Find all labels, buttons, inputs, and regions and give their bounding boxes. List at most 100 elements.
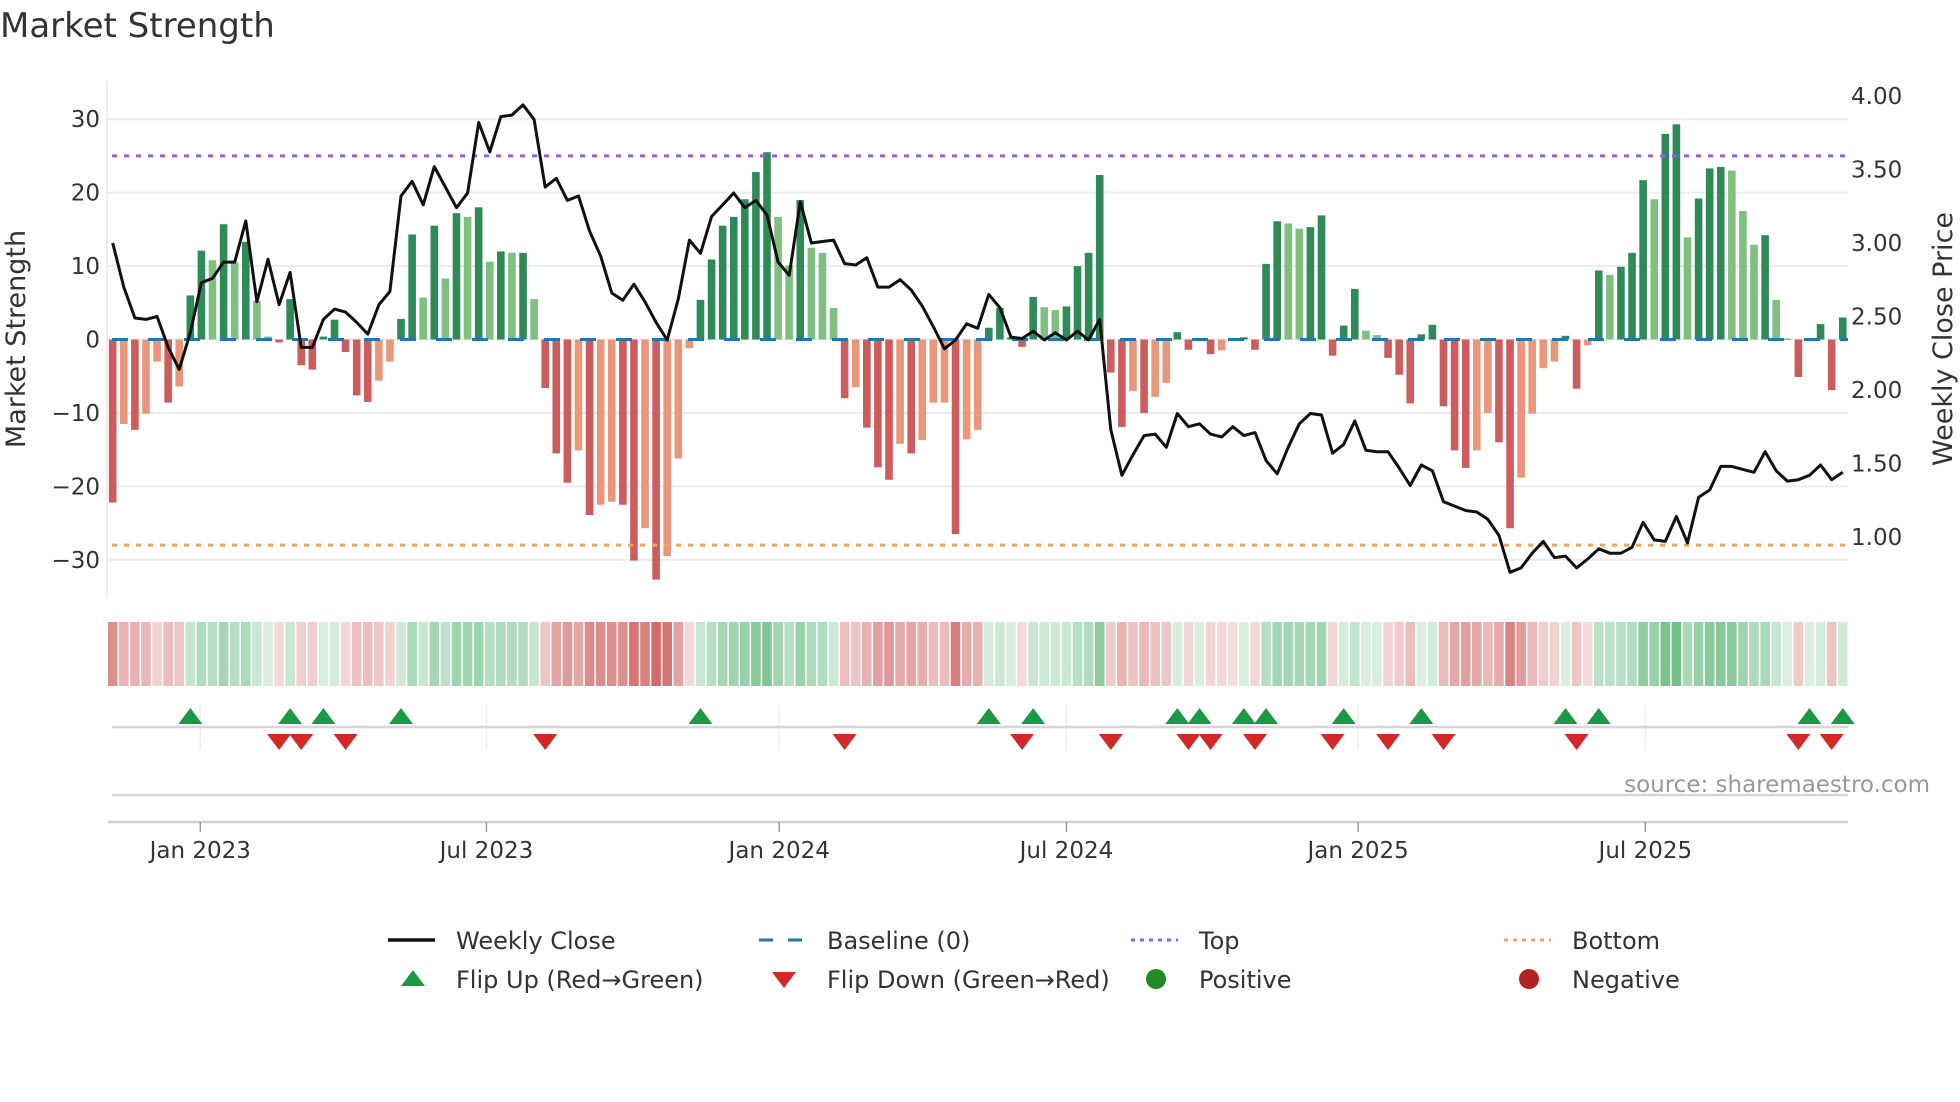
strength-bar — [508, 252, 516, 340]
strength-strip-cell — [1338, 622, 1349, 686]
strength-bar — [1816, 324, 1825, 340]
strength-bar — [1650, 199, 1659, 340]
strength-bar — [330, 319, 339, 340]
strength-bar — [408, 234, 416, 340]
strength-strip-cell — [1028, 622, 1038, 686]
strength-strip-cell — [307, 622, 318, 686]
strength-bar — [341, 339, 350, 352]
strength-bar — [397, 318, 405, 340]
strength-bar — [829, 307, 838, 340]
strength-bar — [253, 300, 261, 340]
strength-strip-cell — [374, 622, 384, 686]
strength-strip-cell — [695, 622, 706, 686]
strength-bar — [230, 262, 239, 340]
strength-strip-cell — [662, 622, 672, 686]
strength-strip-cell — [1527, 622, 1538, 686]
strength-bar — [1040, 307, 1049, 340]
strength-strip-cell — [285, 622, 295, 686]
strength-bar — [131, 339, 139, 430]
strength-strip-cell — [1006, 622, 1016, 686]
circle-icon — [1519, 969, 1539, 989]
strength-strip-cell — [1715, 622, 1726, 686]
strength-strip-cell — [1416, 622, 1427, 686]
strength-bar — [286, 299, 294, 340]
strength-strip-cell — [1283, 622, 1294, 686]
strength-strip-cell — [240, 622, 251, 686]
legend-label: Positive — [1199, 966, 1292, 994]
strength-strip-cell — [806, 622, 817, 686]
strength-strip-cell — [1704, 622, 1715, 686]
flip-up-marker — [389, 708, 414, 724]
legend-item-weekly-close: Weekly Close — [388, 927, 616, 955]
strength-strip-cell — [1361, 622, 1371, 686]
flip-down-marker — [289, 734, 314, 750]
strength-strip-cell — [640, 622, 650, 686]
strength-strip-cell — [950, 622, 961, 686]
strength-strip-cell — [1582, 622, 1593, 686]
strength-bar — [1384, 339, 1392, 358]
strength-bar — [1728, 170, 1736, 340]
y2-tick-label: 1.50 — [1851, 451, 1902, 477]
strength-strip-cell — [551, 622, 562, 686]
strength-bar — [1362, 330, 1370, 340]
strength-strip-cell — [939, 622, 950, 686]
strength-strip-cell — [141, 622, 151, 686]
legend-label: Flip Up (Red→Green) — [456, 966, 704, 994]
strength-strip-cell — [595, 622, 606, 686]
strength-strip-cell — [684, 622, 695, 686]
strength-bar — [1838, 317, 1847, 340]
strength-bar — [1572, 339, 1581, 389]
y-tick-label: 10 — [71, 254, 100, 280]
strength-strip-cell — [1649, 622, 1660, 686]
strength-strip-cell — [274, 622, 284, 686]
strength-bar — [1284, 223, 1293, 340]
strength-bar — [574, 339, 583, 451]
flip-down-marker — [1431, 734, 1456, 750]
strength-strip-cell — [1272, 622, 1282, 686]
strength-strip-cell — [1150, 622, 1160, 686]
strength-bar — [1406, 339, 1415, 404]
flip-up-marker — [1187, 708, 1212, 724]
strength-strip-cell — [961, 622, 972, 686]
strength-strip-cell — [895, 622, 905, 686]
strength-bar — [896, 339, 904, 444]
strength-strip-cell — [340, 622, 351, 686]
strength-strip-cell — [984, 622, 994, 686]
strength-bar — [1827, 339, 1836, 391]
strength-strip-cell — [1516, 622, 1526, 686]
strength-strip-cell — [407, 622, 417, 686]
strength-strip-cell — [917, 622, 928, 686]
strength-strip-cell — [850, 622, 861, 686]
strength-bar — [1739, 210, 1747, 340]
strength-bar — [929, 339, 938, 403]
strength-strip-cell — [1072, 622, 1083, 686]
flip-down-marker — [1098, 734, 1123, 750]
strength-bar — [352, 339, 361, 396]
strength-bar — [386, 339, 394, 362]
strength-strip-cell — [1460, 622, 1471, 686]
strength-strip-cell — [362, 622, 373, 686]
legend-label: Weekly Close — [456, 927, 616, 955]
strength-strip-cell — [1549, 622, 1560, 686]
circle-icon — [1146, 969, 1166, 989]
legend-label: Baseline (0) — [827, 927, 970, 955]
strength-bar — [108, 339, 117, 503]
strength-strip-cell — [1139, 622, 1149, 686]
strength-strip-cell — [1405, 622, 1416, 686]
flip-up-marker — [1331, 708, 1356, 724]
strength-bar — [874, 339, 882, 468]
y-tick-label: 0 — [85, 328, 100, 354]
legend-item-positive: Positive — [1146, 966, 1292, 994]
strength-bar — [973, 339, 982, 430]
strength-strip-cell — [1194, 622, 1205, 686]
strength-strip-cell — [1172, 622, 1183, 686]
market-strength-chart: 30 20 10 0 −10 −20 −30 4.00 3.50 3.00 2.50 2.00 1.50… — [1, 81, 1959, 994]
strength-strip-cell — [1094, 622, 1105, 686]
strength-strip-cell — [118, 622, 129, 686]
strength-bar — [1450, 339, 1459, 451]
strength-strip-cell — [107, 622, 118, 686]
strength-bar — [485, 261, 494, 340]
source-label: source: sharemaestro.com — [1624, 772, 1930, 798]
strength-strip-cell — [1316, 622, 1327, 686]
strength-bar — [1517, 339, 1525, 478]
